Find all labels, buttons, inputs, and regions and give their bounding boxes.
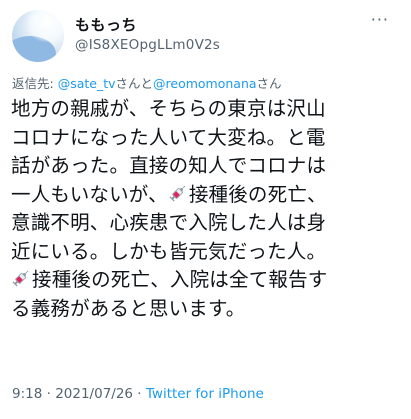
reply-to-line: 返信先: @sate_tvさんと@reomomonanaさん (12, 73, 282, 92)
user-handle[interactable]: @IS8XEOpgLLm0V2s (75, 37, 220, 53)
tweet-line: 話があった。直接の知人でコロナは (11, 154, 327, 177)
syringe-icon (169, 185, 186, 201)
mention-link[interactable]: @sate_tv (58, 76, 116, 91)
tweet-line: コロナになった人いて大変ね。と電 (11, 125, 326, 149)
tweet-meta: 9:18 · 2021/07/26 · Twitter for iPhone (12, 386, 264, 402)
tweet-source-link[interactable]: Twitter for iPhone (146, 386, 264, 402)
avatar[interactable] (12, 10, 64, 62)
reply-suffix: さん (256, 76, 282, 91)
tweet-line: る義務があると思います。 (11, 296, 246, 320)
tweet-line: 意識不明、心疾患で入院した人は身 (11, 211, 327, 234)
tweet-body: 地方の親戚が、そちらの東京は沢山 コロナになった人いて大変ね。と電 話があった。… (11, 95, 403, 323)
display-name[interactable]: ももっち (75, 14, 137, 35)
tweet-date[interactable]: 2021/07/26 (55, 386, 133, 402)
more-icon[interactable]: ··· (371, 10, 389, 29)
mention-link[interactable]: @reomomonana (153, 76, 257, 91)
tweet-line: 地方の親戚が、そちらの東京は沢山 (11, 97, 326, 120)
tweet-line: 一人もいないが、 接種後の死亡、 (11, 181, 403, 210)
tweet-line: 近にいる。しかも皆元気だった人。 (11, 239, 327, 263)
meta-separator: · (42, 386, 56, 402)
tweet-line-rest: 接種後の死亡、入院は全て報告す (32, 268, 328, 291)
tweet-time[interactable]: 9:18 (12, 386, 42, 402)
reply-prefix: 返信先: (12, 76, 58, 91)
meta-separator: · (133, 386, 146, 402)
tweet-line-prefix: 一人もいないが、 (11, 182, 168, 206)
reply-joiner: さんと (115, 76, 154, 91)
tweet-line-rest: 接種後の死亡、 (188, 182, 327, 206)
tweet-line: 接種後の死亡、入院は全て報告す (11, 266, 403, 295)
syringe-icon (12, 270, 29, 287)
